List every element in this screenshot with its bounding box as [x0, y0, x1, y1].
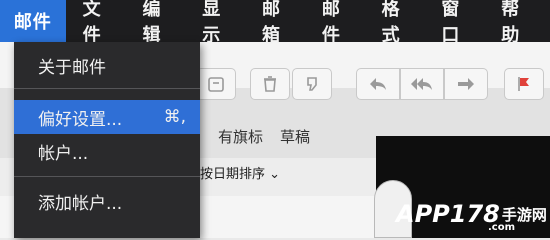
reply-all-icon — [410, 76, 434, 92]
menu-message[interactable]: 邮件 — [311, 0, 371, 46]
menu-window[interactable]: 窗口 — [430, 0, 490, 46]
menu-separator — [14, 176, 200, 177]
flag-button[interactable] — [504, 68, 544, 100]
junk-button[interactable] — [292, 68, 332, 100]
preferences-shortcut: ⌘, — [163, 107, 186, 127]
menu-mailbox[interactable]: 邮箱 — [251, 0, 311, 46]
flag-icon — [515, 75, 533, 93]
menu-item-preferences-label: 偏好设置... — [38, 109, 123, 130]
menu-help[interactable]: 帮助 — [490, 0, 550, 46]
watermark-brand: APP178 — [396, 200, 500, 228]
menu-view[interactable]: 显示 — [191, 0, 251, 46]
menu-item-accounts-label: 帐户... — [38, 143, 89, 164]
menu-separator — [14, 88, 200, 89]
menu-bar: 邮件 文件 编辑 显示 邮箱 邮件 格式 窗口 帮助 — [0, 0, 550, 46]
archive-button[interactable] — [196, 68, 236, 100]
menu-mail[interactable]: 邮件 — [0, 0, 66, 42]
favorite-drafts[interactable]: 草稿 — [280, 126, 310, 147]
forward-icon — [456, 76, 476, 92]
archive-icon — [207, 75, 225, 93]
reply-button[interactable] — [356, 68, 400, 100]
watermark-domain: .com — [488, 222, 516, 233]
watermark-logo: APP178 手游网 .com — [396, 196, 547, 233]
menu-item-accounts[interactable]: 帐户... — [14, 134, 200, 168]
menu-item-about[interactable]: 关于邮件 — [14, 48, 200, 82]
favorite-flagged[interactable]: 有旗标 — [218, 126, 263, 147]
mail-menu-dropdown: 关于邮件 偏好设置... ⌘, 帐户... 添加帐户... — [14, 42, 200, 238]
reply-all-button[interactable] — [400, 68, 444, 100]
forward-button[interactable] — [444, 68, 488, 100]
menu-format[interactable]: 格式 — [371, 0, 431, 46]
reply-icon — [368, 76, 388, 92]
menu-item-about-label: 关于邮件 — [38, 57, 106, 78]
menu-edit[interactable]: 编辑 — [131, 0, 191, 46]
sort-by-date-button[interactable]: 按日期排序 ⌄ — [200, 163, 280, 182]
delete-button[interactable] — [250, 68, 290, 100]
menu-item-add-account[interactable]: 添加帐户... — [14, 184, 200, 218]
menu-item-add-account-label: 添加帐户... — [38, 193, 123, 214]
trash-icon — [261, 75, 279, 93]
menu-file[interactable]: 文件 — [72, 0, 132, 46]
junk-icon — [303, 75, 321, 93]
menu-item-preferences[interactable]: 偏好设置... ⌘, — [14, 100, 200, 134]
